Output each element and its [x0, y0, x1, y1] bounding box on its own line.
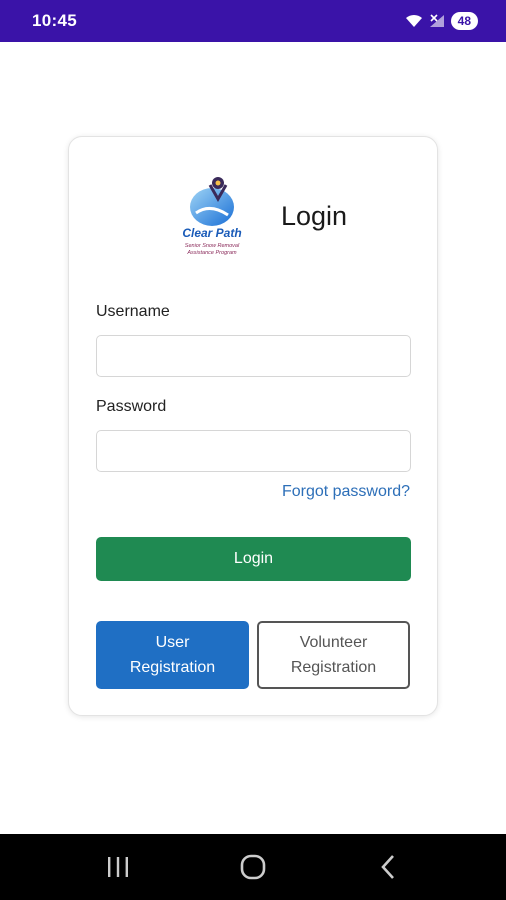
home-icon[interactable]: [223, 842, 283, 892]
user-registration-line1: User: [155, 634, 190, 651]
user-registration-line2: Registration: [129, 659, 216, 676]
user-registration-button[interactable]: User Registration: [96, 621, 249, 689]
page-title: Login: [281, 201, 348, 231]
signal-icon: [429, 14, 445, 28]
volunteer-registration-button[interactable]: Volunteer Registration: [257, 621, 410, 689]
login-button[interactable]: Login: [96, 537, 411, 581]
back-icon[interactable]: [358, 842, 418, 892]
status-bar: 10:45 48: [0, 0, 506, 42]
username-input[interactable]: [96, 335, 411, 377]
battery-icon: 48: [450, 12, 478, 30]
logo-subtitle-2: Assistance Program: [186, 250, 237, 256]
username-label: Username: [96, 303, 170, 320]
recent-apps-icon[interactable]: [88, 842, 148, 892]
volunteer-registration-line2: Registration: [290, 659, 377, 676]
logo-subtitle-1: Senior Snow Removal: [185, 243, 240, 249]
navigation-bar: [0, 834, 506, 900]
logo-name: Clear Path: [182, 226, 241, 240]
password-input[interactable]: [96, 430, 411, 472]
status-time: 10:45: [32, 11, 77, 30]
volunteer-registration-line1: Volunteer: [299, 634, 368, 651]
status-icons: 48: [405, 12, 478, 30]
password-label: Password: [96, 398, 167, 415]
forgot-password-link[interactable]: Forgot password?: [282, 483, 410, 501]
login-card: Clear Path Senior Snow Removal Assistanc…: [68, 136, 438, 716]
wifi-icon: [405, 14, 423, 28]
clear-path-logo: Clear Path Senior Snow Removal Assistanc…: [166, 173, 258, 259]
